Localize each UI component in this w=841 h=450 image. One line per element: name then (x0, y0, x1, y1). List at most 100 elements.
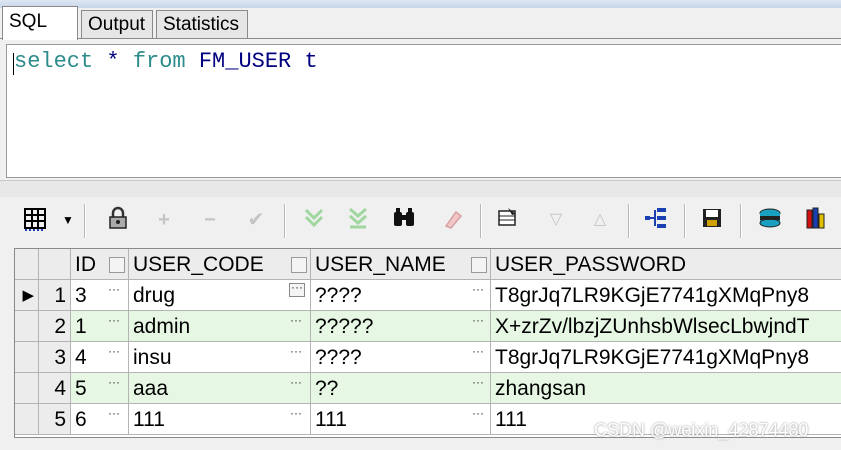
cell-user-name[interactable]: ???? ··· (311, 280, 491, 311)
toolbar-separator (684, 204, 686, 238)
table-row[interactable]: 2 1 ··· admin ··· ????? ··· X+zrZv/lbzjZUnh… (15, 311, 841, 342)
column-header-id-label: ID (75, 253, 96, 276)
cell-id[interactable]: 6 ··· (71, 404, 129, 435)
cell-ellipsis-button[interactable]: ··· (289, 376, 303, 391)
cell-user-password[interactable]: T8grJq7LR9KGjE7741gXMqPny8 (491, 342, 841, 373)
next-icon[interactable]: △ (586, 206, 614, 234)
cell-ellipsis-button[interactable]: ··· (107, 345, 121, 360)
tab-bar: SQL Output Statistics (0, 6, 841, 40)
chart-icon[interactable] (804, 206, 832, 234)
save-icon[interactable] (698, 206, 726, 234)
cell-id-value: 3 (75, 284, 87, 307)
cell-user-password[interactable]: zhangsan (491, 373, 841, 404)
editor-grid-splitter[interactable] (0, 180, 841, 197)
cell-ellipsis-button[interactable]: ··· (107, 283, 121, 298)
cell-id[interactable]: 5 ··· (71, 373, 129, 404)
cell-user-code[interactable]: admin ··· (129, 311, 311, 342)
row-number: 2 (39, 311, 71, 342)
row-number: 4 (39, 373, 71, 404)
toolbar-separator (480, 204, 482, 238)
cell-user-code-value: drug (133, 284, 176, 307)
cell-ellipsis-button[interactable]: ··· (471, 407, 485, 422)
grid-layout-icon[interactable] (22, 206, 50, 234)
sort-button[interactable] (471, 257, 487, 273)
cell-id[interactable]: 1 ··· (71, 311, 129, 342)
cell-user-code-value: 111 (133, 408, 165, 431)
cell-user-code[interactable]: aaa ··· (129, 373, 311, 404)
tab-divider (0, 38, 841, 39)
row-marker (15, 373, 39, 404)
cell-ellipsis-button[interactable]: ··· (107, 407, 121, 422)
fetch-last-icon[interactable] (344, 206, 372, 234)
sql-editor[interactable]: select * from FM_USER t (6, 44, 841, 178)
cell-ellipsis-button[interactable]: ··· (107, 376, 121, 391)
cell-ellipsis-button[interactable]: ··· (289, 407, 303, 422)
cell-user-name[interactable]: 111 ··· (311, 404, 491, 435)
tab-statistics[interactable]: Statistics (156, 10, 248, 38)
row-number: 3 (39, 342, 71, 373)
cell-ellipsis-button[interactable]: ··· (471, 345, 485, 360)
table-row[interactable]: 3 4 ··· insu ··· ???? ··· T8grJq7LR9KGjE774… (15, 342, 841, 373)
column-header-user-password[interactable]: USER_PASSWORD (491, 249, 841, 280)
cell-ellipsis-button[interactable]: ··· (471, 376, 485, 391)
lock-icon[interactable] (104, 206, 132, 234)
cell-user-name[interactable]: ?? ··· (311, 373, 491, 404)
cell-user-code[interactable]: 111 ··· (129, 404, 311, 435)
tab-output[interactable]: Output (81, 10, 153, 38)
tree-icon[interactable] (642, 206, 670, 234)
cell-ellipsis-button[interactable]: ··· (289, 345, 303, 360)
cell-user-code[interactable]: insu ··· (129, 342, 311, 373)
add-record-icon[interactable]: + (150, 206, 178, 234)
column-header-id[interactable]: ID (71, 249, 129, 280)
find-binoculars-icon[interactable] (390, 206, 418, 234)
cell-ellipsis-button[interactable]: ··· (471, 314, 485, 329)
cell-user-name-value: ???? (315, 346, 362, 369)
cell-ellipsis-button[interactable]: ··· (107, 314, 121, 329)
toolbar-separator (84, 204, 86, 238)
sql-table-name: FM_USER (198, 49, 292, 74)
table-row[interactable]: 4 5 ··· aaa ··· ?? ··· zhangsan (15, 373, 841, 404)
cell-user-code[interactable]: drug ··· (129, 280, 311, 311)
cell-user-password[interactable]: T8grJq7LR9KGjE7741gXMqPny8 (491, 280, 841, 311)
cell-id[interactable]: 4 ··· (71, 342, 129, 373)
sql-text: select * from FM_USER t (14, 49, 318, 74)
column-header-user-code-label: USER_CODE (133, 253, 264, 276)
table-row[interactable]: ▶ 1 3 ··· drug ··· ???? ··· T8grJq7LR9KGjE7… (15, 280, 841, 311)
cell-ellipsis-button[interactable]: ··· (471, 283, 485, 298)
cell-ellipsis-button[interactable]: ··· (289, 281, 305, 297)
cell-id-value: 5 (75, 377, 87, 400)
tab-sql[interactable]: SQL (2, 6, 78, 40)
toolbar-separator (740, 204, 742, 238)
sql-star: * (106, 49, 120, 74)
clear-icon[interactable] (438, 206, 466, 234)
sort-button[interactable] (109, 257, 125, 273)
cell-user-name[interactable]: ???? ··· (311, 342, 491, 373)
cell-ellipsis-button[interactable]: ··· (289, 314, 303, 329)
header-corner (15, 249, 39, 280)
column-header-user-name-label: USER_NAME (315, 253, 446, 276)
cell-id-value: 6 (75, 408, 87, 431)
cell-user-name[interactable]: ????? ··· (311, 311, 491, 342)
cell-id-value: 1 (75, 315, 87, 338)
watermark: CSDN @weixin_42874480 (594, 420, 809, 440)
export-icon[interactable] (756, 206, 784, 234)
fetch-next-icon[interactable] (300, 206, 328, 234)
cell-user-code-value: admin (133, 315, 191, 338)
cell-user-password[interactable]: X+zrZv/lbzjZUnhsbWlsecLbwjndT (491, 311, 841, 342)
sql-keyword-from: from (132, 49, 186, 74)
previous-icon[interactable]: ▽ (542, 206, 570, 234)
cell-id[interactable]: 3 ··· (71, 280, 129, 311)
tab-statistics-label: Statistics (163, 14, 240, 35)
query-by-example-icon[interactable] (494, 206, 522, 234)
result-toolbar: ▼ + − ✔ ▽ △ (8, 198, 841, 242)
row-marker (15, 311, 39, 342)
column-header-user-name[interactable]: USER_NAME (311, 249, 491, 280)
delete-record-icon[interactable]: − (196, 206, 224, 234)
sort-button[interactable] (291, 257, 307, 273)
post-changes-icon[interactable]: ✔ (242, 206, 270, 234)
column-header-user-password-label: USER_PASSWORD (495, 253, 686, 276)
column-header-user-code[interactable]: USER_CODE (129, 249, 311, 280)
tab-sql-label: SQL (9, 11, 48, 32)
dropdown-arrow-icon[interactable]: ▼ (60, 206, 76, 234)
toolbar-separator (628, 204, 630, 238)
